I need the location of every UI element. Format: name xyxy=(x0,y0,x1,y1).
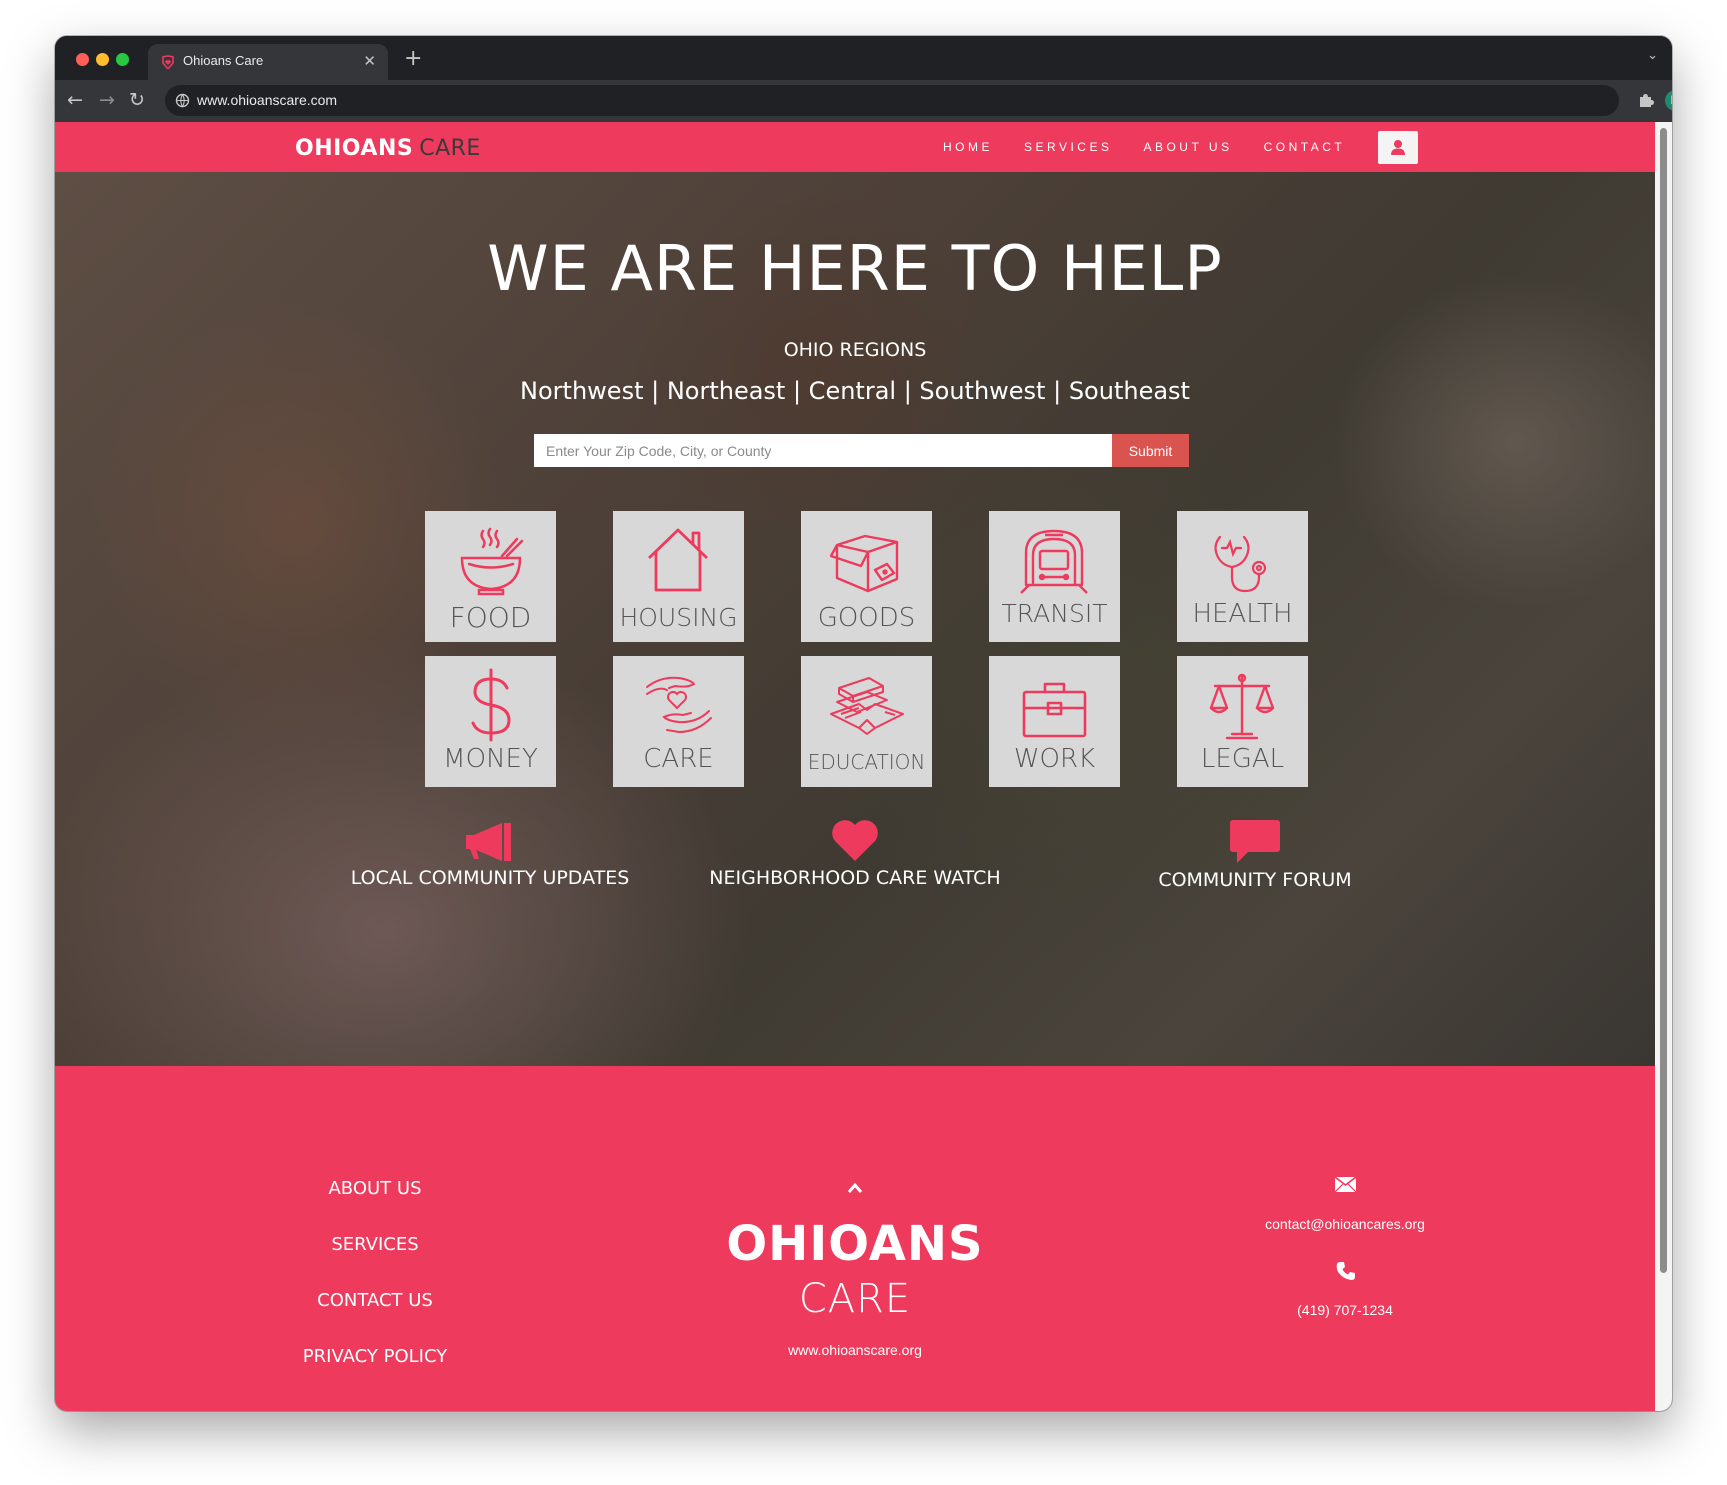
site-header: OHIOANS CARE HOME SERVICES ABOUT US CONTA… xyxy=(55,122,1655,172)
service-label: GOODS xyxy=(817,603,916,633)
feature-label: NEIGHBORHOOD CARE WATCH xyxy=(709,867,1001,889)
favicon-icon xyxy=(162,55,174,69)
tab-title: Ohioans Care xyxy=(183,53,264,68)
service-tile-goods[interactable]: GOODS xyxy=(801,511,932,642)
envelope-icon xyxy=(1335,1177,1356,1192)
footer-link-services[interactable]: SERVICES xyxy=(225,1234,525,1255)
feature-label: LOCAL COMMUNITY UPDATES xyxy=(350,867,630,889)
browser-window: Ohioans Care ✕ + ⌄ ← → ↻ www.ohioanscare… xyxy=(55,36,1672,1411)
back-arrow-icon[interactable]: ← xyxy=(67,89,83,111)
tab-strip: Ohioans Care ✕ + ⌄ xyxy=(55,36,1672,80)
speech-bubble-icon xyxy=(1230,820,1280,863)
address-url: www.ohioanscare.com xyxy=(197,92,338,108)
footer-logo-light: CARE xyxy=(798,1276,912,1322)
site-logo[interactable]: OHIOANS CARE xyxy=(295,136,481,161)
service-tile-care[interactable]: CARE xyxy=(613,656,744,787)
service-tile-money[interactable]: MONEY xyxy=(425,656,556,787)
footer-link-about-us[interactable]: ABOUT US xyxy=(225,1178,525,1199)
user-account-button[interactable] xyxy=(1378,131,1418,164)
service-tile-education[interactable]: EDUCATION xyxy=(801,656,932,787)
feature-community-forum[interactable]: COMMUNITY FORUM xyxy=(1105,817,1405,891)
hero-section: WE ARE HERE TO HELP OHIO REGIONS Northwe… xyxy=(55,172,1655,1066)
maximize-window-button[interactable] xyxy=(116,53,129,66)
reload-icon[interactable]: ↻ xyxy=(129,89,145,111)
forward-arrow-icon[interactable]: → xyxy=(99,89,115,111)
hero-title: WE ARE HERE TO HELP xyxy=(487,232,1223,305)
nav-home[interactable]: HOME xyxy=(943,140,993,154)
footer-link-privacy-policy[interactable]: PRIVACY POLICY xyxy=(225,1346,525,1367)
megaphone-icon xyxy=(466,823,511,861)
phone-icon xyxy=(1336,1262,1355,1280)
browser-tab[interactable]: Ohioans Care ✕ xyxy=(148,44,388,80)
logo-text-bold: OHIOANS xyxy=(295,136,414,161)
tab-search-chevron-icon[interactable]: ⌄ xyxy=(1647,48,1658,63)
service-tile-housing[interactable]: HOUSING xyxy=(613,511,744,642)
service-tile-food[interactable]: FOOD xyxy=(425,511,556,642)
service-tile-work[interactable]: WORK xyxy=(989,656,1120,787)
site-info-icon[interactable] xyxy=(175,93,190,108)
footer-logo-bold: OHIOANS xyxy=(726,1216,984,1272)
service-label: FOOD xyxy=(449,601,532,634)
user-icon xyxy=(1391,140,1405,155)
regions-list: Northwest | Northeast | Central | Southw… xyxy=(520,377,1190,405)
service-tile-legal[interactable]: LEGAL xyxy=(1177,656,1308,787)
nav-contact[interactable]: CONTACT xyxy=(1264,140,1346,154)
footer-phone[interactable]: (419) 707-1234 xyxy=(1195,1302,1495,1318)
minimize-window-button[interactable] xyxy=(96,53,109,66)
feature-label: COMMUNITY FORUM xyxy=(1158,869,1352,891)
footer-email[interactable]: contact@ohioancares.org xyxy=(1195,1216,1495,1232)
service-label: TRANSIT xyxy=(1001,599,1108,628)
service-label: HOUSING xyxy=(619,603,738,632)
service-label: WORK xyxy=(1013,744,1096,774)
site-footer: ABOUT US SERVICES CONTACT US PRIVACY POL… xyxy=(55,1066,1655,1411)
browser-toolbar: ← → ↻ www.ohioanscare.com M ⋮ xyxy=(55,80,1672,122)
feature-local-community-updates[interactable]: LOCAL COMMUNITY UPDATES xyxy=(345,817,635,889)
hero-subtitle: OHIO REGIONS xyxy=(783,339,927,361)
footer-link-contact-us[interactable]: CONTACT US xyxy=(225,1290,525,1311)
back-to-top-chevron-icon[interactable] xyxy=(847,1182,863,1194)
site-nav: HOME SERVICES ABOUT US CONTACT xyxy=(943,140,1345,154)
nav-about-us[interactable]: ABOUT US xyxy=(1143,140,1232,154)
service-tile-transit[interactable]: TRANSIT xyxy=(989,511,1120,642)
scrollbar-thumb[interactable] xyxy=(1660,128,1667,1273)
nav-services[interactable]: SERVICES xyxy=(1024,140,1112,154)
submit-button[interactable]: Submit xyxy=(1112,434,1189,467)
page-viewport: OHIOANS CARE HOME SERVICES ABOUT US CONTA… xyxy=(55,122,1655,1411)
service-label: LEGAL xyxy=(1200,744,1285,774)
service-label: CARE xyxy=(643,744,714,774)
heart-icon xyxy=(832,820,878,861)
close-tab-icon[interactable]: ✕ xyxy=(363,52,376,70)
service-label: MONEY xyxy=(443,744,538,774)
address-bar[interactable]: www.ohioanscare.com xyxy=(165,85,1619,116)
feature-neighborhood-care-watch[interactable]: NEIGHBORHOOD CARE WATCH xyxy=(701,817,1009,889)
service-label: EDUCATION xyxy=(807,750,926,774)
logo-text-light: CARE xyxy=(419,136,481,161)
new-tab-icon[interactable]: + xyxy=(404,46,422,71)
service-tile-health[interactable]: HEALTH xyxy=(1177,511,1308,642)
service-label: HEALTH xyxy=(1192,599,1293,629)
extensions-puzzle-icon[interactable] xyxy=(1637,91,1655,109)
close-window-button[interactable] xyxy=(76,53,89,66)
profile-avatar[interactable]: M xyxy=(1665,90,1672,111)
footer-website[interactable]: www.ohioanscare.org xyxy=(615,1342,1095,1358)
location-search-input[interactable] xyxy=(534,434,1112,467)
